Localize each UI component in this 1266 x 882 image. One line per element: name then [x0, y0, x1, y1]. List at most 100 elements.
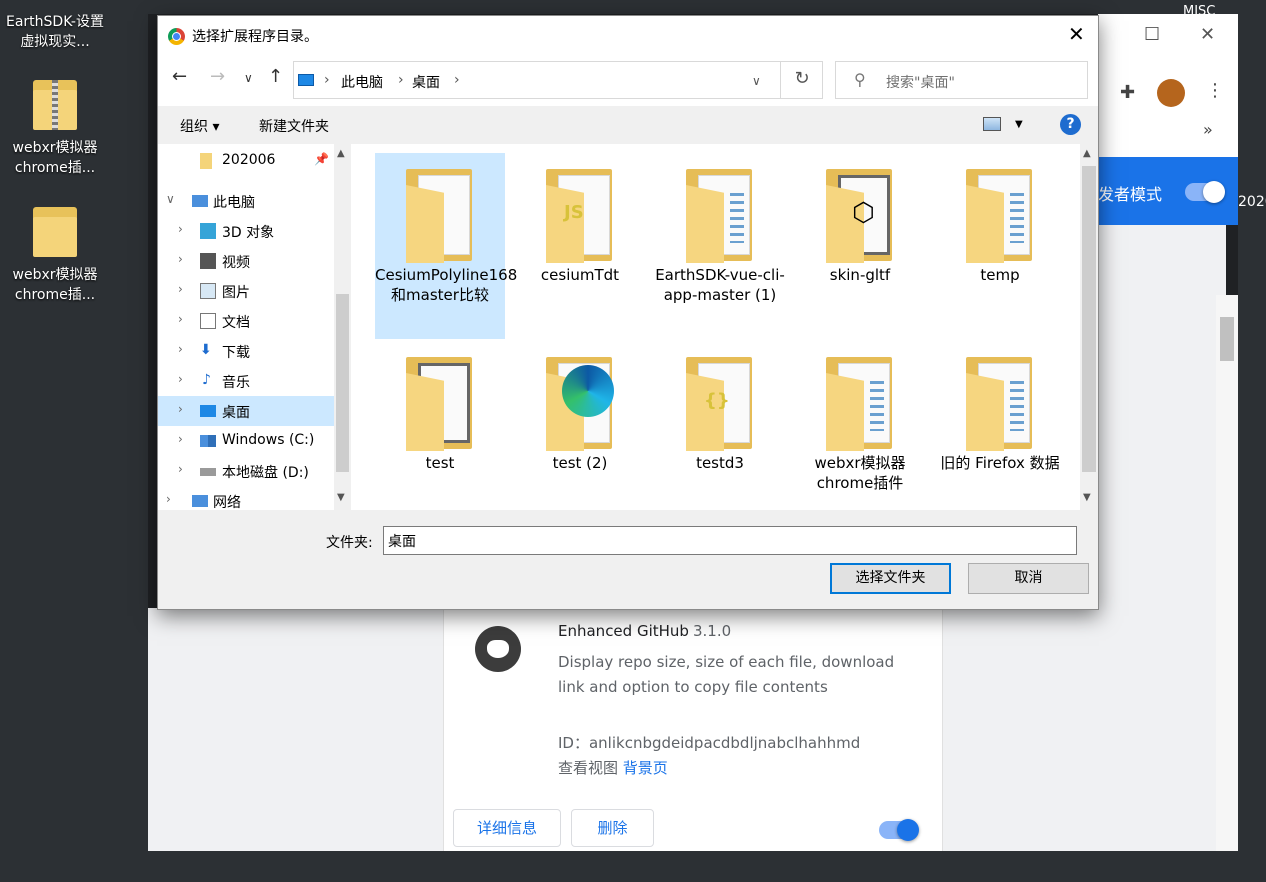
file-item[interactable]: {} testd3 [655, 341, 785, 473]
network-icon [192, 495, 208, 507]
help-icon[interactable]: ? [1060, 114, 1081, 135]
breadcrumb-desktop[interactable]: 桌面 [412, 72, 440, 92]
new-folder-button[interactable]: 新建文件夹 [259, 116, 329, 136]
file-item[interactable]: test [375, 341, 505, 473]
chevron-right-icon[interactable]: › [166, 492, 171, 506]
nav-item-202006[interactable]: 202006 📌 [158, 146, 334, 176]
file-item-name: CesiumPolyline168和master比较 [375, 266, 518, 304]
file-item[interactable]: CesiumPolyline168和master比较 [375, 153, 518, 339]
file-item-name: skin-gltf [829, 266, 891, 284]
nav-item-label: 桌面 [222, 405, 250, 421]
folder-icon [400, 163, 480, 263]
developer-mode-toggle[interactable] [1185, 181, 1225, 203]
forward-icon[interactable]: → [210, 66, 225, 87]
chevron-down-icon[interactable]: ∨ [752, 74, 761, 88]
desktop-icon-earthsdk[interactable]: EarthSDK-设置虚拟现实... [0, 12, 110, 52]
folder-icon: {} [680, 351, 760, 451]
nav-item-label: 3D 对象 [222, 225, 275, 241]
scroll-up-icon[interactable]: ▲ [1083, 148, 1091, 159]
chrome-logo-icon [168, 28, 185, 45]
download-icon: ⬇ [200, 342, 212, 358]
nav-item-label: 音乐 [222, 375, 250, 391]
nav-item-label: 视频 [222, 255, 250, 271]
nav-item-drive-d[interactable]: › 本地磁盘 (D:) [158, 456, 334, 486]
close-icon[interactable]: ✕ [1200, 24, 1215, 45]
view-dropdown-icon[interactable]: ▼ [1015, 119, 1023, 130]
this-pc-icon [298, 74, 314, 86]
page-scrollbar[interactable] [1216, 295, 1238, 851]
scroll-down-icon[interactable]: ▼ [337, 492, 345, 503]
menu-icon[interactable]: ⋮ [1206, 80, 1224, 101]
folder-input[interactable]: 桌面 [383, 526, 1077, 555]
views-label: 查看视图 [558, 759, 619, 777]
windows-drive-icon [200, 435, 216, 447]
details-button[interactable]: 详细信息 [453, 809, 561, 847]
puzzle-icon[interactable]: ✚ [1120, 82, 1135, 103]
chevron-right-icon[interactable]: › [178, 462, 183, 476]
overflow-icon[interactable]: » [1203, 120, 1213, 139]
chevron-down-icon[interactable]: ∨ [166, 192, 175, 206]
folder-picker-dialog: 选择扩展程序目录。 ✕ ← → ∨ ↑ › 此电脑 › 桌面 › ∨ ↻ ⚲ 搜… [157, 15, 1099, 610]
back-icon[interactable]: ← [172, 66, 187, 87]
desktop-icon-webxr-zip[interactable]: webxr模拟器chrome插... [0, 76, 110, 178]
chevron-right-icon[interactable]: › [178, 282, 183, 296]
chevron-right-icon[interactable]: › [178, 432, 183, 446]
navigation-bar: ← → ∨ ↑ › 此电脑 › 桌面 › ∨ ↻ ⚲ 搜索"桌面" [158, 56, 1098, 106]
up-icon[interactable]: ↑ [268, 66, 283, 87]
nav-item-this-pc[interactable]: ∨ 此电脑 [158, 186, 334, 216]
chevron-right-icon[interactable]: › [178, 372, 183, 386]
avatar[interactable] [1157, 79, 1185, 107]
chevron-right-icon[interactable]: › [178, 402, 183, 416]
extension-logo-icon [475, 626, 521, 672]
dialog-close-icon[interactable]: ✕ [1068, 22, 1085, 46]
extension-description: Display repo size, size of each file, do… [558, 653, 895, 696]
remove-button[interactable]: 删除 [571, 809, 654, 847]
chevron-right-icon[interactable]: › [178, 252, 183, 266]
nav-item-label: 202006 [222, 152, 276, 168]
file-item[interactable]: webxr模拟器chrome插件 [795, 341, 925, 493]
file-item[interactable]: temp [935, 153, 1065, 285]
folder-icon [400, 351, 480, 451]
file-item[interactable]: ⬡ skin-gltf [795, 153, 925, 285]
file-item[interactable]: JS cesiumTdt [515, 153, 645, 285]
chevron-right-icon[interactable]: › [178, 342, 183, 356]
desktop-icon [200, 405, 216, 417]
recent-locations-icon[interactable]: ∨ [244, 71, 253, 85]
chevron-right-icon[interactable]: › [178, 312, 183, 326]
breadcrumb-this-pc[interactable]: 此电脑 [341, 72, 383, 92]
extension-views: 查看视图 背景页 [558, 757, 668, 778]
nav-item-network[interactable]: › 网络 [158, 486, 334, 510]
nav-item-3d-objects[interactable]: › 3D 对象 [158, 216, 334, 246]
file-item[interactable]: EarthSDK-vue-cli-app-master (1) [655, 153, 785, 305]
search-box[interactable]: ⚲ 搜索"桌面" [835, 61, 1088, 99]
desktop-icon-webxr-folder[interactable]: webxr模拟器chrome插... [0, 203, 110, 305]
organize-button[interactable]: 组织 ▾ [180, 116, 219, 136]
file-item[interactable]: test (2) [515, 341, 645, 473]
scroll-up-icon[interactable]: ▲ [337, 148, 345, 159]
nav-item-desktop[interactable]: › 桌面 [158, 396, 334, 426]
nav-item-pictures[interactable]: › 图片 [158, 276, 334, 306]
file-item-name: test [425, 454, 455, 472]
folder-icon [31, 203, 79, 259]
view-options-icon[interactable] [983, 117, 1001, 131]
file-item[interactable]: 旧的 Firefox 数据 [935, 341, 1065, 473]
nav-pane-scrollbar[interactable]: ▲ ▼ [334, 144, 351, 510]
file-list-scrollbar[interactable]: ▲ ▼ [1080, 144, 1098, 510]
extension-enable-toggle[interactable] [879, 819, 919, 841]
side-number: 2020 [1238, 194, 1266, 210]
nav-item-drive-c[interactable]: › Windows (C:) [158, 426, 334, 456]
refresh-icon[interactable]: ↻ [780, 61, 823, 99]
select-folder-button[interactable]: 选择文件夹 [830, 563, 951, 594]
scroll-down-icon[interactable]: ▼ [1083, 492, 1091, 503]
maximize-icon[interactable]: ☐ [1144, 24, 1160, 45]
nav-item-videos[interactable]: › 视频 [158, 246, 334, 276]
background-page-link[interactable]: 背景页 [623, 759, 668, 777]
nav-item-downloads[interactable]: › ⬇ 下载 [158, 336, 334, 366]
nav-item-documents[interactable]: › 文档 [158, 306, 334, 336]
address-bar[interactable]: › 此电脑 › 桌面 › ∨ [293, 61, 823, 99]
chevron-right-icon[interactable]: › [178, 222, 183, 236]
nav-item-music[interactable]: › ♪ 音乐 [158, 366, 334, 396]
folder-icon [200, 153, 212, 169]
cancel-button[interactable]: 取消 [968, 563, 1089, 594]
file-item-name: EarthSDK-vue-cli-app-master (1) [655, 266, 785, 304]
